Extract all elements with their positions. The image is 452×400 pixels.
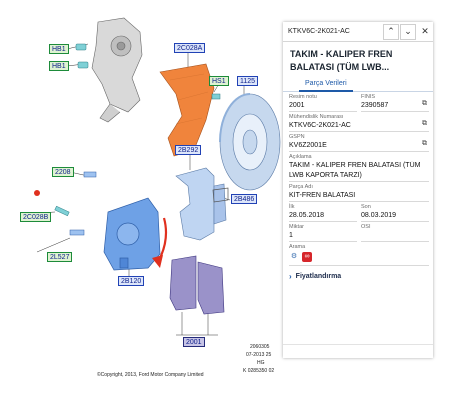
ref-value[interactable]: 2001: [289, 101, 357, 111]
osi-label: OSI: [361, 224, 371, 230]
gspn-value[interactable]: KV6Z2001E: [289, 141, 429, 151]
link-search-icon[interactable]: ∞: [302, 252, 312, 262]
hub-bolts: [75, 43, 89, 69]
drawing-code: HG: [257, 360, 265, 366]
steering-knuckle: [91, 17, 143, 123]
last-date-value[interactable]: 08.03.2019: [361, 211, 429, 221]
drawing-number: 2060305: [250, 344, 270, 350]
callout-2001[interactable]: 2001: [183, 337, 205, 347]
close-panel-button[interactable]: ✕: [417, 24, 433, 40]
panel-header: KTKV6C-2K021-AC ⌃ ⌄ ✕: [283, 22, 433, 42]
description-label: Açıklama: [289, 154, 312, 160]
chevron-up-icon: ⌃: [387, 26, 395, 36]
close-icon: ✕: [421, 26, 429, 36]
description-value[interactable]: TAKIM - KALIPER FREN BALATASI (TÜM LWB K…: [289, 161, 429, 181]
pricing-label: Fiyatlandırma: [295, 273, 342, 280]
quantity-field: Miktar 1: [289, 222, 357, 242]
previous-part-button[interactable]: ⌃: [383, 23, 399, 40]
part-name-field: Parça Adı KİT-FREN BALATASI: [289, 182, 429, 202]
callout-2b486[interactable]: 2B486: [231, 194, 258, 204]
callout-2c028b[interactable]: 2C028B: [20, 212, 52, 222]
part-name-label: Parça Adı: [289, 184, 313, 190]
callout-2b292[interactable]: 2B292: [175, 145, 202, 155]
search-field: Arama ⚙ ∞: [289, 242, 429, 266]
callout-2c028a[interactable]: 2C028A: [174, 43, 206, 53]
callout-2l527[interactable]: 2L527: [47, 252, 73, 262]
quantity-value[interactable]: 1: [289, 231, 357, 241]
search-label: Arama: [289, 244, 306, 250]
part-title: TAKIM - KALIPER FREN BALATASI (TÜM LWB..…: [290, 49, 393, 72]
part-code: KTKV6C-2K021-AC: [288, 28, 350, 35]
tab-part-data[interactable]: Parça Verileri: [299, 78, 353, 92]
splash-shield: [159, 63, 215, 157]
finis-field: FINIS 2390587 ⧉: [361, 92, 429, 112]
ref-label: Resim notu: [289, 94, 317, 100]
engineering-number-field: Mühendislik Numarası KTKV6C-2K021-AC ⧉: [289, 112, 429, 132]
gspn-label: GSPN: [289, 134, 305, 140]
pricing-section-toggle[interactable]: › Fiyatlandırma: [289, 272, 433, 282]
finis-label: FINIS: [361, 94, 376, 100]
quantity-label: Miktar: [289, 224, 304, 230]
copy-icon[interactable]: ⧉: [422, 140, 427, 148]
first-date-label: İlk: [289, 204, 295, 210]
callout-2b120[interactable]: 2B120: [118, 276, 145, 286]
panel-tabs: Parça Verileri: [283, 78, 433, 92]
copy-icon[interactable]: ⧉: [422, 120, 427, 128]
engineering-number-value[interactable]: KTKV6C-2K021-AC: [289, 121, 429, 131]
drawing-date: 07-2013 25: [246, 352, 272, 358]
date-row: İlk 28.05.2018 Son 08.03.2019: [289, 202, 429, 222]
engineering-number-label: Mühendislik Numarası: [289, 114, 344, 120]
osi-field: OSI: [361, 222, 429, 242]
callout-hs1[interactable]: HS1: [209, 76, 229, 86]
chevron-right-icon: ›: [289, 272, 292, 281]
ref-field: Resim notu 2001: [289, 92, 357, 112]
quantity-row: Miktar 1 OSI: [289, 222, 429, 242]
callout-1125[interactable]: 1125: [237, 76, 259, 86]
callout-2208[interactable]: 2208: [52, 167, 74, 177]
parts-search-icon[interactable]: ⚙: [289, 252, 299, 262]
first-date-value[interactable]: 28.05.2018: [289, 211, 357, 221]
panel-footer: [283, 344, 433, 358]
callout-hb1-upper[interactable]: HB1: [49, 44, 69, 54]
next-part-button[interactable]: ⌄: [400, 23, 416, 40]
chevron-down-icon: ⌄: [404, 26, 412, 36]
copyright-notice: ©Copyright, 2013, Ford Motor Company Lim…: [97, 372, 204, 378]
copy-icon[interactable]: ⧉: [422, 100, 427, 108]
part-name-value[interactable]: KİT-FREN BALATASI: [289, 191, 429, 201]
finis-value[interactable]: 2390587: [361, 101, 429, 111]
guide-pins: [34, 171, 97, 236]
callout-hb1-lower[interactable]: HB1: [49, 61, 69, 71]
first-date-field: İlk 28.05.2018: [289, 202, 357, 222]
drawing-reference: K 0285350 02: [243, 368, 275, 374]
ref-finis-row: Resim notu 2001 FINIS 2390587 ⧉: [289, 92, 429, 112]
gspn-field: GSPN KV6Z2001E ⧉: [289, 132, 429, 152]
part-details-panel: KTKV6C-2K021-AC ⌃ ⌄ ✕ TAKIM - KALIPER FR…: [283, 22, 433, 358]
caliper-bracket: [175, 167, 227, 241]
brake-disc: [219, 93, 281, 191]
last-date-field: Son 08.03.2019: [361, 202, 429, 222]
last-date-label: Son: [361, 204, 371, 210]
description-field: Açıklama TAKIM - KALIPER FREN BALATASI (…: [289, 152, 429, 182]
brake-pads: [169, 255, 225, 315]
search-tools: ⚙ ∞: [289, 251, 429, 265]
screen: HB1 HB1 2C028A HS1 1125 2B292 2208 2B486…: [0, 0, 452, 400]
brake-caliper: [103, 197, 161, 271]
shield-screw: [211, 93, 221, 100]
